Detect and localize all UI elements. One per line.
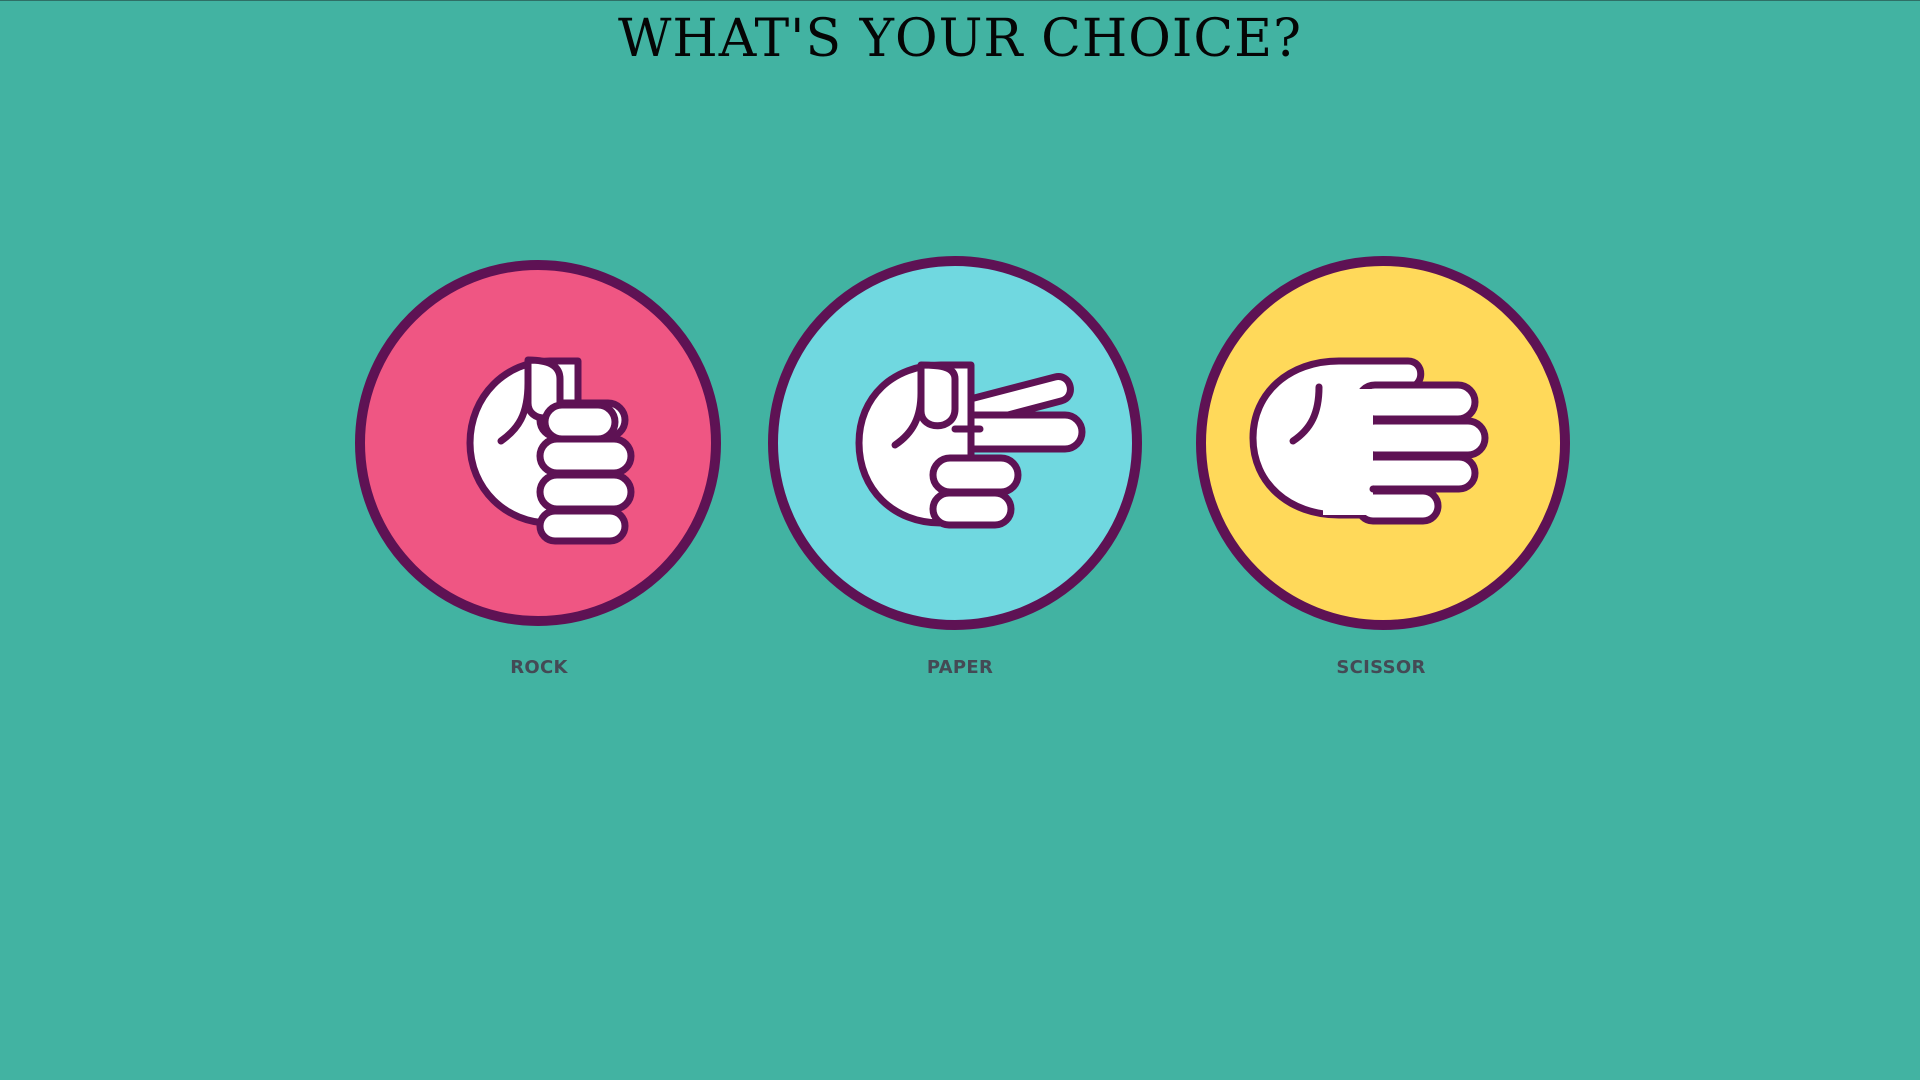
choice-scissor-label: SCISSOR [1336,657,1426,678]
choice-rock-label: ROCK [510,657,568,678]
two-fingers-hand-icon [768,256,1142,630]
choice-paper-label: PAPER [926,657,994,678]
flat-hand-icon [1196,256,1570,630]
choice-scissor-button[interactable] [1193,253,1573,633]
choice-paper-button[interactable] [765,253,1145,633]
page-title: WHAT'S YOUR CHOICE? [617,9,1303,69]
choice-rock-button[interactable] [348,253,728,633]
fist-hand-icon [355,260,721,626]
